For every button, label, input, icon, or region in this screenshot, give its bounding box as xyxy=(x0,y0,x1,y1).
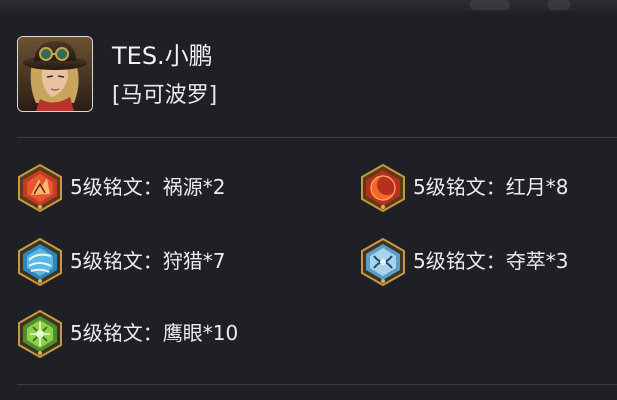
rune-item-yingyan[interactable]: 5级铭文：鹰眼*10 xyxy=(17,310,307,358)
hero-name: [马可波罗] xyxy=(112,83,218,108)
divider xyxy=(17,384,617,385)
rune-page: TES.小鹏 [马可波罗] 5级铭文：祸源*2 5级铭文：红月*8 5级铭文：狩… xyxy=(0,0,617,400)
duocui-rune-icon xyxy=(361,238,405,286)
huoyuan-rune-icon xyxy=(18,164,62,212)
rune-label: 5级铭文：鹰眼*10 xyxy=(70,321,239,345)
top-band-streak xyxy=(548,0,570,10)
rune-item-huoyuan[interactable]: 5级铭文：祸源*2 xyxy=(17,164,307,212)
rune-item-shoulie[interactable]: 5级铭文：狩猎*7 xyxy=(17,238,307,286)
hongyue-rune-icon xyxy=(361,164,405,212)
yingyan-rune-icon xyxy=(18,310,62,358)
rune-label: 5级铭文：红月*8 xyxy=(413,175,569,199)
rune-label: 5级铭文：狩猎*7 xyxy=(70,249,226,273)
rune-item-duocui[interactable]: 5级铭文：夺萃*3 xyxy=(360,238,617,286)
player-name: TES.小鹏 xyxy=(112,42,213,70)
divider xyxy=(17,137,617,138)
rune-label: 5级铭文：夺萃*3 xyxy=(413,249,569,273)
rune-item-hongyue[interactable]: 5级铭文：红月*8 xyxy=(360,164,617,212)
shoulie-rune-icon xyxy=(18,238,62,286)
top-band xyxy=(0,0,617,12)
top-band-streak xyxy=(470,0,510,10)
rune-label: 5级铭文：祸源*2 xyxy=(70,175,226,199)
hero-avatar[interactable] xyxy=(17,36,93,112)
marco-polo-portrait xyxy=(18,37,92,111)
player-header: TES.小鹏 [马可波罗] xyxy=(17,36,597,112)
